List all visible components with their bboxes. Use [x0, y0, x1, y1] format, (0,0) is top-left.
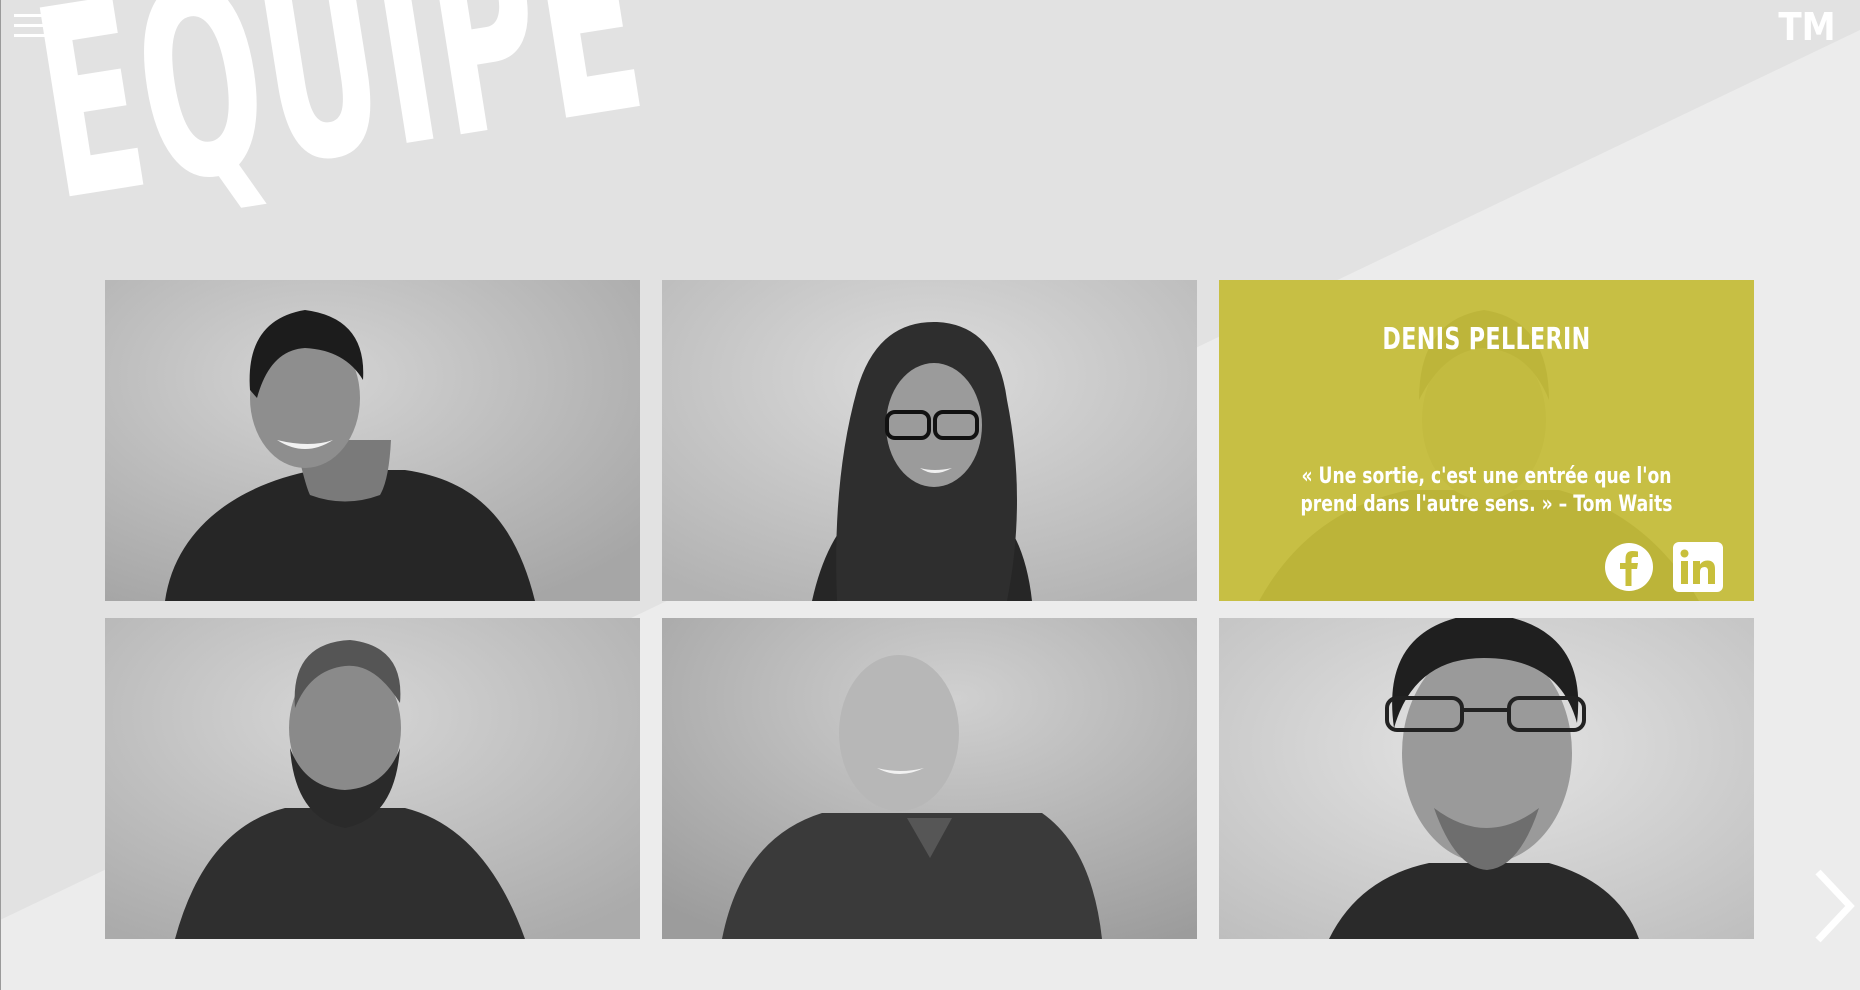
member-quote: « Une sortie, c'est une entrée que l'on …	[1300, 464, 1673, 517]
team-member-photo-5	[662, 618, 1197, 939]
team-member-card-1[interactable]	[105, 280, 640, 601]
brand-logo[interactable]: TM	[1772, 6, 1842, 46]
team-member-card-3[interactable]: DENIS PELLERIN « Une sortie, c'est une e…	[1219, 280, 1754, 601]
team-member-card-6[interactable]	[1219, 618, 1754, 939]
team-member-card-5[interactable]	[662, 618, 1197, 939]
logo-text: TM	[1778, 6, 1835, 46]
team-member-photo-1	[105, 280, 640, 601]
chevron-right-icon[interactable]	[1812, 868, 1856, 944]
page-title: ÉQUIPE	[18, 0, 662, 260]
team-member-card-4[interactable]	[105, 618, 640, 939]
linkedin-icon[interactable]	[1673, 542, 1723, 592]
team-member-card-2[interactable]	[662, 280, 1197, 601]
team-member-photo-4	[105, 618, 640, 939]
team-member-photo-2	[662, 280, 1197, 601]
hamburger-menu-icon[interactable]	[14, 10, 56, 42]
team-member-photo-6	[1219, 618, 1754, 939]
facebook-icon[interactable]	[1604, 542, 1654, 592]
left-edge-line	[0, 0, 1, 990]
member-name: DENIS PELLERIN	[1382, 322, 1591, 357]
